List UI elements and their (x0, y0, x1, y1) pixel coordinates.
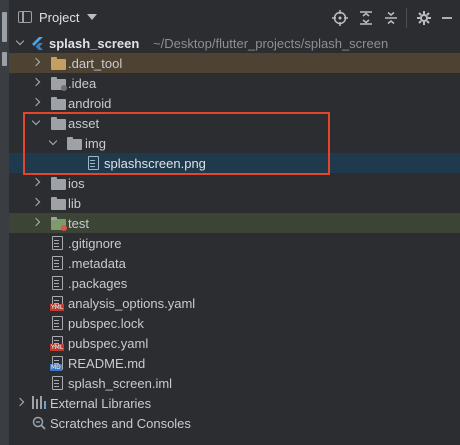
toolbar-divider (406, 8, 407, 28)
panel-title[interactable]: Project (39, 10, 79, 25)
tree-item-label: pubspec.yaml (68, 335, 149, 351)
chevron-down-icon[interactable] (87, 14, 98, 20)
tree-item-label: splash_screen.iml (68, 375, 173, 391)
iml-file-icon (52, 376, 63, 390)
file-icon (52, 236, 63, 250)
crosshair-icon[interactable] (332, 10, 348, 26)
minimize-icon[interactable] (439, 10, 455, 26)
collapse-all-icon[interactable] (383, 10, 399, 26)
tree-item-label: splash_screen (49, 35, 140, 51)
folder-icon (51, 77, 67, 91)
tree-item-label: Scratches and Consoles (50, 415, 191, 431)
tree-item-label: ios (68, 175, 85, 191)
tree-item-label: asset (68, 115, 100, 131)
folder-icon (51, 177, 66, 190)
project-path: ~/Desktop/flutter_projects/splash_screen (153, 35, 389, 51)
folder-icon (51, 57, 66, 70)
tree-item-scratches[interactable]: Scratches and Consoles (9, 413, 460, 433)
tree-item-img[interactable]: img (9, 133, 460, 153)
tree-item-label: README.md (68, 355, 146, 371)
tree-item-label: analysis_options.yaml (68, 295, 196, 311)
flutter-icon (32, 36, 43, 50)
strip-label-mark (2, 52, 7, 66)
tree-item-iml[interactable]: splash_screen.iml (9, 373, 460, 393)
tree-item-label: .gitignore (68, 235, 122, 251)
expand-all-icon[interactable] (358, 10, 374, 26)
yaml-file-icon (50, 336, 65, 351)
markdown-file-icon (50, 356, 63, 371)
folder-icon (51, 197, 66, 210)
tree-item-dart-tool[interactable]: .dart_tool (9, 53, 460, 73)
gear-icon[interactable] (416, 10, 432, 26)
tree-item-label: img (85, 135, 106, 151)
folder-icon (51, 97, 66, 110)
tree-item-label: .metadata (68, 255, 126, 271)
tree-item-label: pubspec.lock (68, 315, 144, 331)
chevron-down-icon[interactable] (49, 139, 57, 147)
tree-item-label: .idea (68, 75, 97, 91)
tree-item-label: lib (68, 195, 82, 211)
libraries-icon (32, 396, 47, 409)
tree-item-ios[interactable]: ios (9, 173, 460, 193)
tree-item-pubspec-lock[interactable]: pubspec.lock (9, 313, 460, 333)
tree-item-lib[interactable]: lib (9, 193, 460, 213)
tree-item-pubspec-yaml[interactable]: pubspec.yaml (9, 333, 460, 353)
left-tool-strip (0, 0, 9, 445)
file-icon (52, 256, 63, 270)
chevron-right-icon[interactable] (16, 399, 24, 407)
tree-item-label: test (68, 215, 89, 231)
test-folder-icon (51, 217, 67, 231)
folder-icon (51, 117, 66, 130)
tree-item-external-libraries[interactable]: External Libraries (9, 393, 460, 413)
tree-item-test[interactable]: test (9, 213, 460, 233)
chevron-right-icon[interactable] (32, 59, 40, 67)
chevron-right-icon[interactable] (32, 199, 40, 207)
tree-item-label: External Libraries (50, 395, 152, 411)
chevron-right-icon[interactable] (32, 179, 40, 187)
file-icon (52, 316, 63, 330)
tree-item-label: android (68, 95, 112, 111)
tree-item-packages[interactable]: .packages (9, 273, 460, 293)
chevron-down-icon[interactable] (32, 119, 40, 127)
project-panel-icon (18, 11, 32, 23)
tree-item-asset[interactable]: asset (9, 113, 460, 133)
tree-item-label: .dart_tool (68, 55, 123, 71)
tree-item-idea[interactable]: .idea (9, 73, 460, 93)
tree-item-label: splashscreen.png (104, 155, 206, 171)
yaml-file-icon (50, 296, 65, 311)
tree-item-readme[interactable]: README.md (9, 353, 460, 373)
tree-item-analysis-options[interactable]: analysis_options.yaml (9, 293, 460, 313)
chevron-right-icon[interactable] (32, 79, 40, 87)
tree-item-android[interactable]: android (9, 93, 460, 113)
chevron-down-icon[interactable] (16, 39, 24, 47)
chevron-right-icon[interactable] (32, 219, 40, 227)
tree-item-splashscreen-png[interactable]: splashscreen.png (9, 153, 460, 173)
tree-item-label: .packages (68, 275, 128, 291)
folder-icon (67, 137, 82, 150)
file-icon (52, 276, 63, 290)
tree-item-gitignore[interactable]: .gitignore (9, 233, 460, 253)
strip-label-mark (2, 12, 7, 42)
chevron-right-icon[interactable] (32, 99, 40, 107)
image-file-icon (88, 156, 99, 170)
tree-item-splash-screen[interactable]: splash_screen ~/Desktop/flutter_projects… (9, 33, 460, 53)
scratches-icon (32, 416, 46, 430)
tree-item-metadata[interactable]: .metadata (9, 253, 460, 273)
